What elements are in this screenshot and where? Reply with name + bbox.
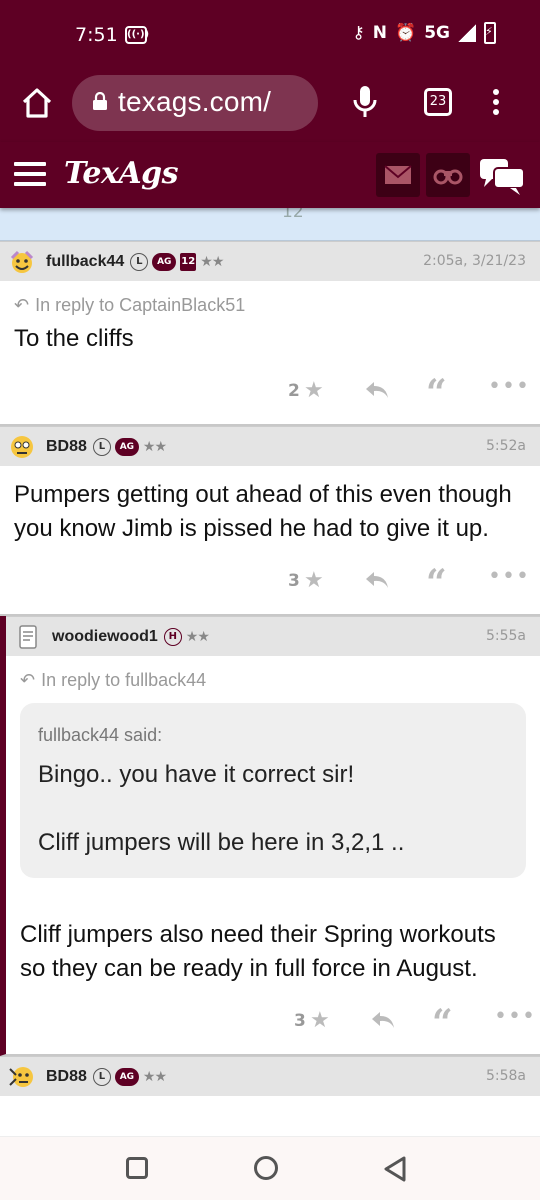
star-icon[interactable]: ★ xyxy=(310,1008,330,1033)
post: woodiewood1 H ★★ 5:55a ↶ In reply to full… xyxy=(0,616,540,1056)
envelope-icon xyxy=(384,165,412,184)
avatar[interactable] xyxy=(8,1063,36,1091)
nfc-icon: N xyxy=(372,23,388,43)
avatar[interactable] xyxy=(8,433,36,461)
post-text: To the cliffs xyxy=(14,325,134,352)
like-count: 2 xyxy=(288,381,300,401)
url-text: texags.com/ xyxy=(118,86,272,117)
post-header: BD88 L AG ★★ 5:58a xyxy=(0,1056,540,1096)
post-actions: 2 ★ “ ••• xyxy=(0,366,540,424)
clock: 7:51 xyxy=(75,24,118,46)
reply-arrow-icon: ↶ xyxy=(14,295,30,315)
post-header: fullback44 L AG 12 ★★ 2:05a, 3/21/23 xyxy=(0,241,540,281)
rating-stars: ★★ xyxy=(142,438,167,455)
ag-badge: AG xyxy=(114,437,139,456)
status-icons: ⚷ N ⏰ 5G xyxy=(352,22,496,44)
signal-icon xyxy=(458,24,476,42)
thread-feed[interactable]: 12 fullback44 L AG 12 ★★ 2:05a, 3/21/23 … xyxy=(0,208,540,1136)
system-navigation-bar xyxy=(0,1136,540,1200)
previous-post-actions: 12 xyxy=(0,208,540,241)
star-icon[interactable]: ★ xyxy=(304,378,324,403)
reply-icon[interactable] xyxy=(370,1010,396,1030)
mail-button[interactable] xyxy=(376,153,420,197)
lifetime-badge: L xyxy=(92,1067,111,1086)
reply-icon[interactable] xyxy=(364,570,390,590)
h-badge: H xyxy=(163,627,182,646)
binoculars-icon xyxy=(433,169,463,185)
quote-text: Bingo.. you have it correct sir! Cliff j… xyxy=(38,761,405,856)
lock-icon xyxy=(93,92,107,110)
like-count: 12 xyxy=(282,208,304,222)
quote-icon[interactable]: “ xyxy=(426,372,447,414)
username[interactable]: BD88 xyxy=(46,1068,87,1086)
chat-icon[interactable] xyxy=(478,156,526,196)
home-icon[interactable] xyxy=(20,86,54,120)
post-actions: 3 ★ “ ••• xyxy=(6,996,540,1054)
post-text: Pumpers getting out ahead of this even t… xyxy=(14,481,512,542)
reply-to-link[interactable]: ↶ In reply to CaptainBlack51 xyxy=(14,295,526,316)
reply-icon[interactable] xyxy=(364,380,390,400)
back-icon[interactable] xyxy=(382,1155,408,1183)
like-count: 3 xyxy=(294,1011,306,1031)
tab-switcher-button[interactable]: 23 xyxy=(424,88,452,116)
ag-badge: AG xyxy=(114,1067,139,1086)
lifetime-badge: L xyxy=(92,437,111,456)
microphone-icon[interactable] xyxy=(352,84,378,120)
avatar[interactable] xyxy=(8,248,36,276)
twelfth-man-badge: 12 xyxy=(180,252,197,271)
post: BD88 L AG ★★ 5:52a Pumpers getting out a… xyxy=(0,426,540,616)
post-body: Pumpers getting out ahead of this even t… xyxy=(0,466,540,556)
quote-header[interactable]: fullback44 said: xyxy=(38,725,508,746)
browser-toolbar: texags.com/ 23 xyxy=(0,72,540,142)
address-bar[interactable]: texags.com/ xyxy=(72,75,318,131)
cast-icon: ((·)) xyxy=(125,26,149,44)
quoted-post: fullback44 said: Bingo.. you have it cor… xyxy=(20,703,526,878)
star-icon[interactable]: ★ xyxy=(304,568,324,593)
post-body: ↶ In reply to CaptainBlack51 To the cliff… xyxy=(0,281,540,366)
username[interactable]: fullback44 xyxy=(46,253,124,271)
lifetime-badge: L xyxy=(130,252,149,271)
more-icon[interactable]: ••• xyxy=(494,1004,536,1029)
home-nav-icon[interactable] xyxy=(254,1156,278,1180)
post-timestamp[interactable]: 5:55a xyxy=(486,628,526,644)
like-count: 3 xyxy=(288,571,300,591)
post-actions: 3 ★ “ ••• xyxy=(0,556,540,614)
post-header: woodiewood1 H ★★ 5:55a xyxy=(6,616,540,656)
post-text: Cliff jumpers also need their Spring wor… xyxy=(20,921,496,982)
username[interactable]: BD88 xyxy=(46,438,87,456)
post: fullback44 L AG 12 ★★ 2:05a, 3/21/23 ↶ In… xyxy=(0,241,540,426)
avatar[interactable] xyxy=(14,623,42,651)
more-icon[interactable]: ••• xyxy=(488,564,530,589)
post-body: ↶ In reply to fullback44 fullback44 said:… xyxy=(6,656,540,996)
quote-icon[interactable]: “ xyxy=(426,562,447,604)
battery-icon xyxy=(484,22,496,44)
post: BD88 L AG ★★ 5:58a xyxy=(0,1056,540,1096)
ag-badge: AG xyxy=(152,252,177,271)
key-icon: ⚷ xyxy=(352,23,365,43)
rating-stars: ★★ xyxy=(185,628,210,645)
reply-to-link[interactable]: ↶ In reply to fullback44 xyxy=(20,670,526,691)
reply-arrow-icon: ↶ xyxy=(20,670,36,690)
rating-stars: ★★ xyxy=(142,1068,167,1085)
site-logo[interactable]: TexAgs xyxy=(64,156,179,191)
more-icon[interactable]: ••• xyxy=(488,374,530,399)
post-header: BD88 L AG ★★ 5:52a xyxy=(0,426,540,466)
rating-stars: ★★ xyxy=(200,253,224,270)
watch-button[interactable] xyxy=(426,153,470,197)
alarm-icon: ⏰ xyxy=(395,23,417,43)
recents-icon[interactable] xyxy=(126,1157,148,1179)
post-timestamp[interactable]: 5:52a xyxy=(486,438,526,454)
overflow-menu-icon[interactable] xyxy=(490,86,502,118)
quote-icon[interactable]: “ xyxy=(432,1002,453,1044)
site-header: TexAgs xyxy=(0,142,540,208)
hamburger-menu-icon[interactable] xyxy=(14,162,46,186)
post-timestamp[interactable]: 2:05a, 3/21/23 xyxy=(423,253,526,269)
username[interactable]: woodiewood1 xyxy=(52,628,158,646)
network-label: 5G xyxy=(424,23,450,43)
status-bar: 7:51 ((·)) ⚷ N ⏰ 5G xyxy=(0,0,540,72)
post-timestamp[interactable]: 5:58a xyxy=(486,1068,526,1084)
